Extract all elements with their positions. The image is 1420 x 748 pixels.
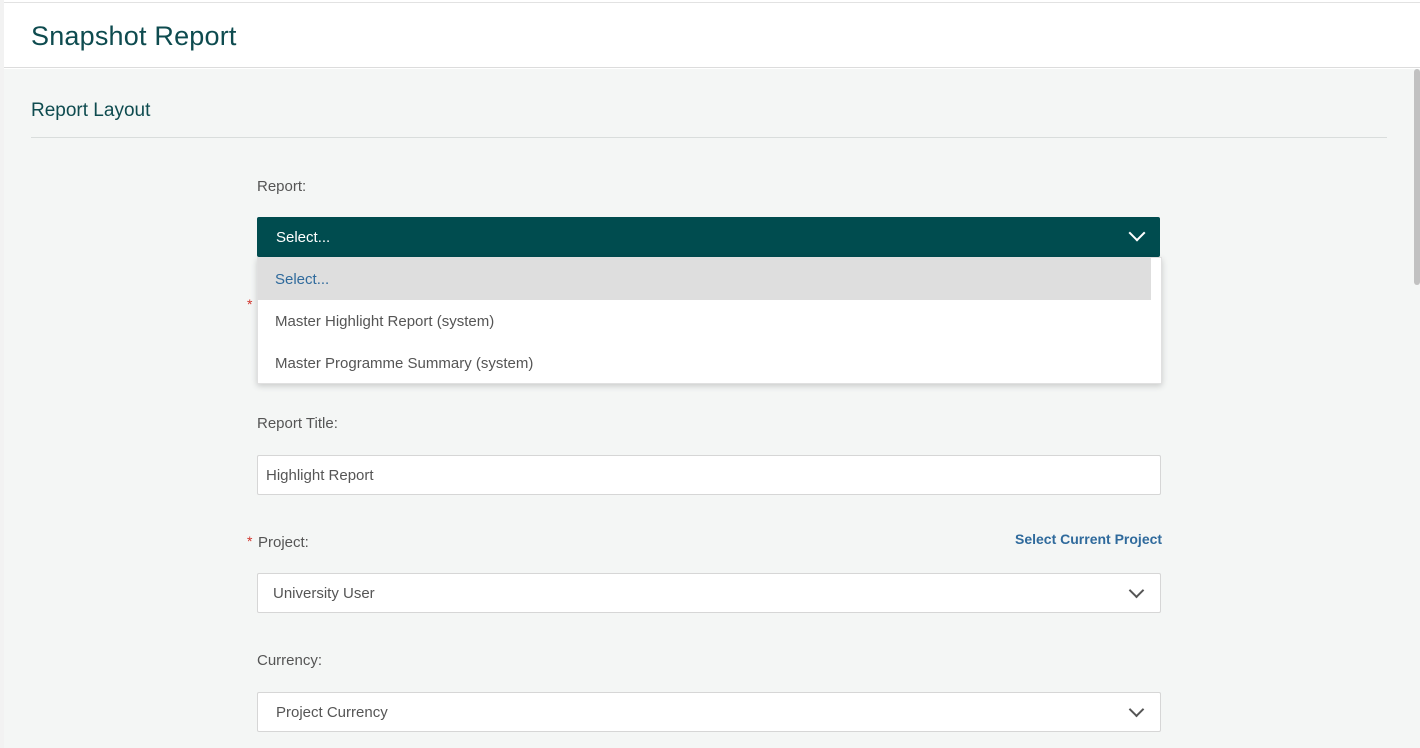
page-title: Snapshot Report — [31, 21, 237, 51]
chevron-down-icon — [1128, 582, 1145, 599]
report-label: Report: — [257, 178, 307, 195]
report-option-select[interactable]: Select... — [258, 258, 1151, 300]
currency-select-value: Project Currency — [276, 704, 388, 721]
currency-select[interactable]: Project Currency — [257, 692, 1161, 732]
report-select-value: Select... — [276, 229, 331, 246]
currency-label: Currency: — [257, 652, 323, 669]
select-current-project-link[interactable]: Select Current Project — [1015, 531, 1162, 547]
required-marker: * — [247, 533, 253, 549]
section-divider — [31, 137, 1387, 138]
required-marker: * — [247, 296, 253, 312]
project-select-value: University User — [273, 585, 375, 602]
page-header: Snapshot Report — [4, 2, 1420, 68]
report-option-master-programme-summary[interactable]: Master Programme Summary (system) — [258, 342, 1151, 384]
report-select[interactable]: Select... — [257, 217, 1160, 257]
project-label: Project: — [258, 534, 309, 551]
report-option-master-highlight[interactable]: Master Highlight Report (system) — [258, 300, 1151, 342]
vertical-scrollbar[interactable] — [1414, 69, 1420, 748]
project-select[interactable]: University User — [257, 573, 1161, 613]
report-title-label: Report Title: — [257, 415, 338, 432]
report-title-input[interactable]: Highlight Report — [257, 455, 1161, 495]
chevron-down-icon — [1128, 224, 1146, 242]
section-title: Report Layout — [31, 100, 151, 121]
scrollbar-thumb[interactable] — [1414, 69, 1420, 285]
report-layout-panel: Report Layout Report: Select... * Select… — [4, 69, 1414, 748]
chevron-down-icon — [1128, 701, 1145, 718]
report-title-value: Highlight Report — [266, 467, 374, 484]
report-dropdown-menu: Select... Master Highlight Report (syste… — [257, 257, 1162, 384]
